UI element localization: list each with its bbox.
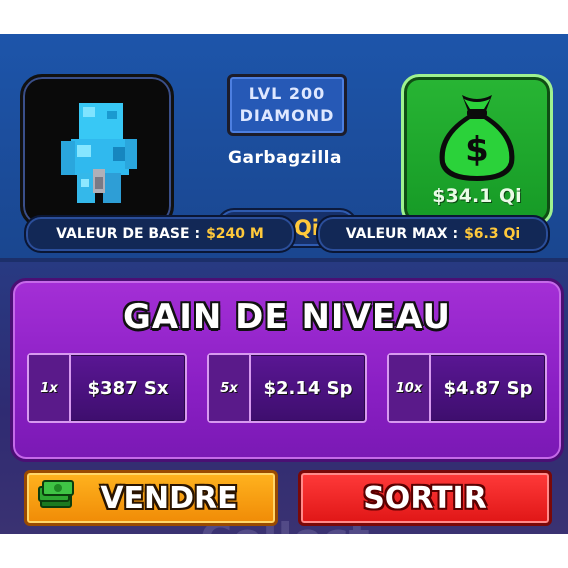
max-value: $6.3 Qi <box>464 226 521 242</box>
upgrade-price: $2.14 Sp <box>263 377 353 399</box>
level-badge: LVL 200 DIAMOND <box>227 74 347 136</box>
level-text: LVL 200 <box>248 84 326 103</box>
balance-box: $ $34.1 Qi <box>401 74 553 226</box>
sell-button-label: VENDRE <box>100 480 238 516</box>
game-panel: Collect LVL 200 DIAMOND Garbagzilla $1.7… <box>0 34 568 534</box>
upgrade-multiplier: 10x <box>389 355 431 421</box>
upgrade-price: $4.87 Sp <box>443 377 533 399</box>
pet-avatar-icon <box>61 103 137 203</box>
upgrade-multiplier: 1x <box>29 355 71 421</box>
cash-stack-icon <box>38 480 74 508</box>
exit-button-label: SORTIR <box>363 480 487 516</box>
upgrade-option-5x[interactable]: 5x $2.14 Sp <box>207 353 367 423</box>
sell-button[interactable]: VENDRE <box>24 470 278 526</box>
exit-button[interactable]: SORTIR <box>298 470 552 526</box>
rarity-text: DIAMOND <box>239 106 335 125</box>
upgrade-multiplier: 5x <box>209 355 251 421</box>
level-gain-title: GAIN DE NIVEAU <box>123 297 451 337</box>
base-value: $240 M <box>206 226 264 242</box>
base-value-label: VALEUR DE BASE : <box>56 226 201 242</box>
upgrade-price: $387 Sx <box>87 377 169 399</box>
balance-value: $34.1 Qi <box>432 185 522 207</box>
upgrade-option-1x[interactable]: 1x $387 Sx <box>27 353 187 423</box>
pet-avatar <box>20 74 174 228</box>
upgrade-option-10x[interactable]: 10x $4.87 Sp <box>387 353 547 423</box>
level-gain-panel: GAIN DE NIVEAU 1x $387 Sx 5x $2.14 Sp 10… <box>10 278 564 462</box>
base-value-pill: VALEUR DE BASE : $240 M <box>24 215 296 253</box>
max-value-pill: VALEUR MAX : $6.3 Qi <box>316 215 550 253</box>
max-value-label: VALEUR MAX : <box>345 226 459 242</box>
svg-text:$: $ <box>465 130 489 170</box>
pet-name: Garbagzilla <box>228 148 342 168</box>
